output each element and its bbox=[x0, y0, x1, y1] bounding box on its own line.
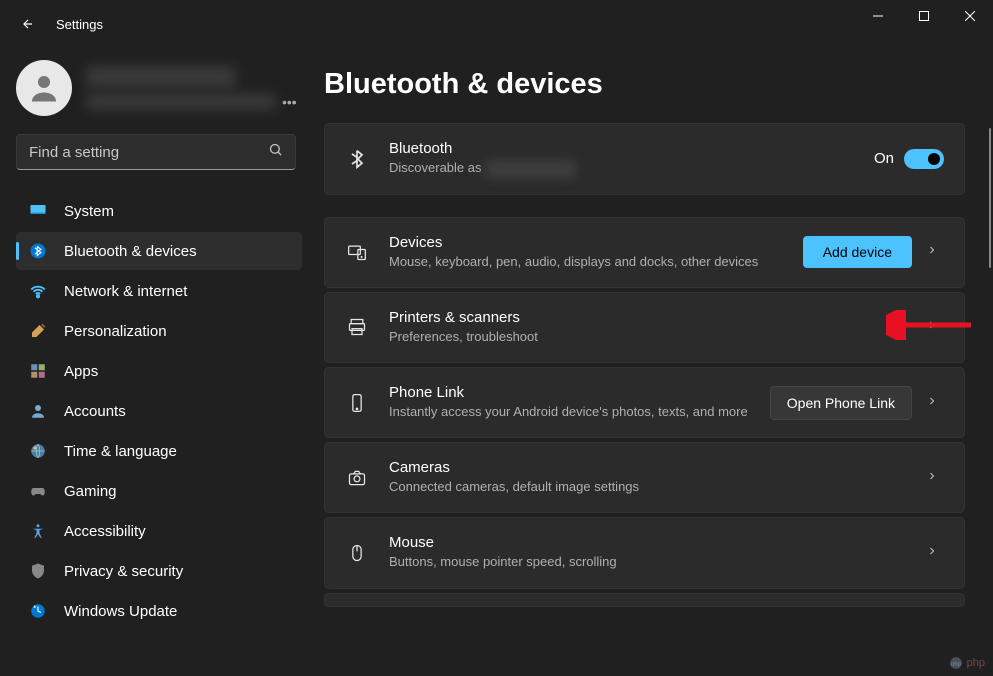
sidebar-item-label: Personalization bbox=[64, 323, 167, 340]
card-subtitle: Discoverable as bbox=[389, 159, 862, 178]
mouse-card[interactable]: Mouse Buttons, mouse pointer speed, scro… bbox=[324, 517, 965, 588]
card-subtitle: Mouse, keyboard, pen, audio, displays an… bbox=[389, 253, 769, 271]
sidebar-item-label: Network & internet bbox=[64, 283, 187, 300]
card-title: Phone Link bbox=[389, 384, 758, 401]
phone-link-card[interactable]: Phone Link Instantly access your Android… bbox=[324, 367, 965, 438]
sidebar-item-personalization[interactable]: Personalization bbox=[16, 312, 302, 350]
close-button[interactable] bbox=[947, 0, 993, 32]
profile-block[interactable]: ••• bbox=[16, 60, 302, 116]
wifi-icon bbox=[28, 281, 48, 301]
person-icon bbox=[28, 401, 48, 421]
sidebar-item-gaming[interactable]: Gaming bbox=[16, 472, 302, 510]
chevron-right-icon bbox=[920, 318, 944, 336]
profile-more-icon: ••• bbox=[282, 94, 297, 110]
search-input[interactable] bbox=[29, 144, 268, 161]
chevron-right-icon bbox=[920, 544, 944, 562]
card-subtitle: Instantly access your Android device's p… bbox=[389, 403, 749, 421]
chevron-right-icon bbox=[920, 243, 944, 261]
watermark: php php bbox=[949, 656, 985, 670]
profile-name-redacted bbox=[86, 66, 236, 88]
sidebar-item-system[interactable]: System bbox=[16, 192, 302, 230]
phone-icon bbox=[345, 393, 369, 413]
accessibility-icon bbox=[28, 521, 48, 541]
apps-icon bbox=[28, 361, 48, 381]
card-title: Bluetooth bbox=[389, 140, 862, 157]
bluetooth-icon bbox=[28, 241, 48, 261]
chevron-right-icon bbox=[920, 469, 944, 487]
back-button[interactable] bbox=[18, 14, 38, 34]
sidebar-item-label: Windows Update bbox=[64, 603, 177, 620]
sidebar-item-privacy-security[interactable]: Privacy & security bbox=[16, 552, 302, 590]
globe-icon bbox=[28, 441, 48, 461]
next-card-peek[interactable] bbox=[324, 593, 965, 607]
card-title: Devices bbox=[389, 234, 791, 251]
sidebar-item-time-language[interactable]: Time & language bbox=[16, 432, 302, 470]
card-title: Cameras bbox=[389, 459, 900, 476]
card-title: Printers & scanners bbox=[389, 309, 900, 326]
sidebar-nav: System Bluetooth & devices Network & int… bbox=[16, 192, 302, 630]
printers-scanners-card[interactable]: Printers & scanners Preferences, trouble… bbox=[324, 292, 965, 363]
sidebar-item-label: Accessibility bbox=[64, 523, 146, 540]
camera-icon bbox=[345, 468, 369, 488]
maximize-button[interactable] bbox=[901, 0, 947, 32]
devices-icon bbox=[345, 242, 369, 262]
gamepad-icon bbox=[28, 481, 48, 501]
shield-icon bbox=[28, 561, 48, 581]
card-subtitle: Preferences, troubleshoot bbox=[389, 328, 900, 346]
profile-email-redacted bbox=[86, 94, 276, 110]
sidebar-item-label: Accounts bbox=[64, 403, 126, 420]
page-title: Bluetooth & devices bbox=[324, 68, 965, 101]
bluetooth-icon bbox=[345, 149, 369, 169]
scrollbar-thumb[interactable] bbox=[989, 128, 991, 268]
sidebar-item-label: Time & language bbox=[64, 443, 177, 460]
sidebar-item-windows-update[interactable]: Windows Update bbox=[16, 592, 302, 630]
mouse-icon bbox=[345, 543, 369, 563]
open-phone-link-button[interactable]: Open Phone Link bbox=[770, 386, 912, 420]
sidebar-item-accessibility[interactable]: Accessibility bbox=[16, 512, 302, 550]
printer-icon bbox=[345, 317, 369, 337]
card-subtitle: Connected cameras, default image setting… bbox=[389, 478, 900, 496]
sidebar-item-label: System bbox=[64, 203, 114, 220]
cameras-card[interactable]: Cameras Connected cameras, default image… bbox=[324, 442, 965, 513]
card-title: Mouse bbox=[389, 534, 900, 551]
avatar bbox=[16, 60, 72, 116]
sidebar-item-label: Bluetooth & devices bbox=[64, 243, 197, 260]
minimize-button[interactable] bbox=[855, 0, 901, 32]
chevron-right-icon bbox=[920, 394, 944, 412]
add-device-button[interactable]: Add device bbox=[803, 236, 912, 268]
sidebar-item-apps[interactable]: Apps bbox=[16, 352, 302, 390]
toggle-label: On bbox=[874, 150, 894, 167]
devices-card[interactable]: Devices Mouse, keyboard, pen, audio, dis… bbox=[324, 217, 965, 288]
sidebar-item-label: Privacy & security bbox=[64, 563, 183, 580]
bluetooth-toggle[interactable] bbox=[904, 149, 944, 169]
monitor-icon bbox=[28, 201, 48, 221]
sidebar-item-network[interactable]: Network & internet bbox=[16, 272, 302, 310]
sidebar-item-label: Apps bbox=[64, 363, 98, 380]
svg-text:php: php bbox=[951, 661, 961, 667]
app-title: Settings bbox=[56, 17, 103, 32]
device-name-redacted bbox=[486, 160, 576, 178]
card-subtitle: Buttons, mouse pointer speed, scrolling bbox=[389, 553, 900, 571]
search-box[interactable] bbox=[16, 134, 296, 170]
sidebar-item-bluetooth-devices[interactable]: Bluetooth & devices bbox=[16, 232, 302, 270]
update-icon bbox=[28, 601, 48, 621]
brush-icon bbox=[28, 321, 48, 341]
sidebar-item-label: Gaming bbox=[64, 483, 117, 500]
bluetooth-card[interactable]: Bluetooth Discoverable as On bbox=[324, 123, 965, 195]
sidebar-item-accounts[interactable]: Accounts bbox=[16, 392, 302, 430]
search-icon bbox=[268, 142, 283, 162]
